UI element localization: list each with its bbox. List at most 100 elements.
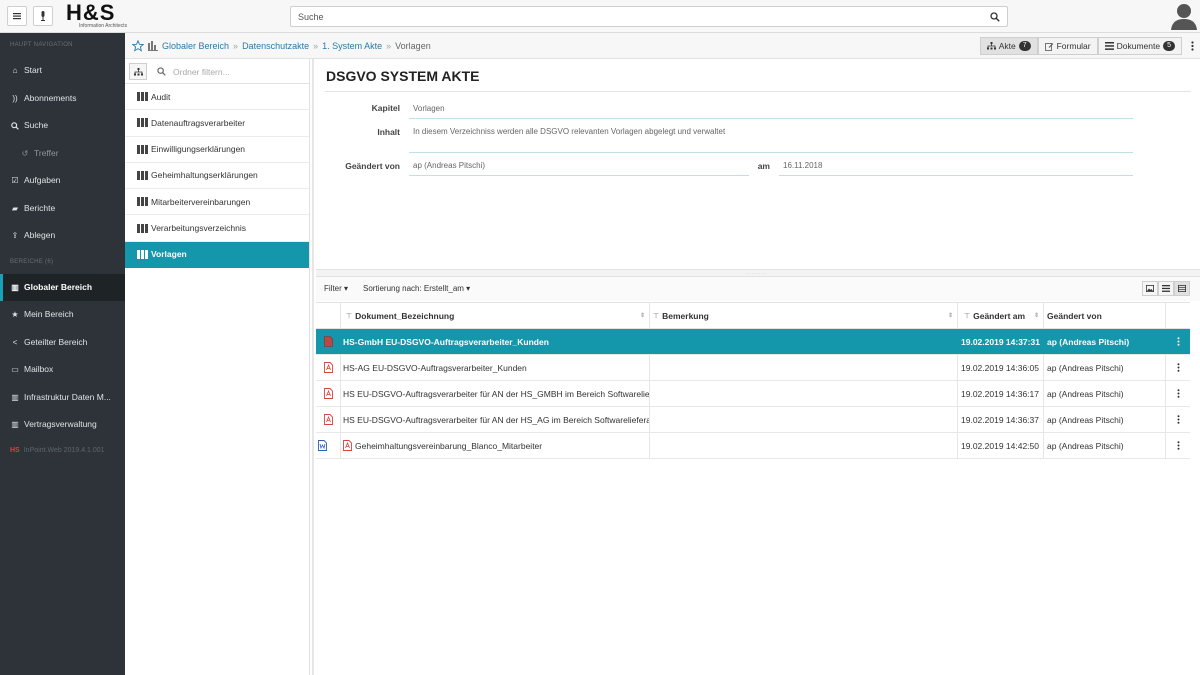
- pdf-file-icon: [343, 440, 352, 451]
- tab-dokumente[interactable]: Dokumente 5: [1097, 37, 1182, 55]
- user-avatar-icon[interactable]: [1170, 2, 1198, 30]
- breadcrumb-current: Vorlagen: [395, 41, 431, 51]
- row-actions-button[interactable]: [1166, 355, 1190, 380]
- sidebar-item-suche[interactable]: Suche: [0, 112, 125, 140]
- tree-structure-button[interactable]: [129, 63, 147, 80]
- panel-splitter[interactable]: ·······: [316, 269, 1200, 277]
- logo-text: H&S: [66, 0, 116, 25]
- row-actions-button[interactable]: [1166, 407, 1190, 432]
- breadcrumb-item[interactable]: 1. System Akte: [322, 41, 382, 51]
- tree-item[interactable]: Verarbeitungsverzeichnis: [125, 215, 309, 242]
- record-form: DSGVO SYSTEM AKTE Kapitel Vorlagen Inhal…: [316, 59, 1200, 269]
- page-title: DSGVO SYSTEM AKTE: [326, 68, 480, 84]
- row-actions-button[interactable]: [1166, 381, 1190, 406]
- sidebar-item-geteilter-bereich[interactable]: < Geteilter Bereich: [0, 329, 125, 357]
- header-icon-column: [316, 303, 341, 328]
- splitter-grip[interactable]: ·······: [746, 271, 767, 277]
- breadcrumb-item[interactable]: Globaler Bereich: [162, 41, 229, 51]
- filter-icon[interactable]: ⊤: [346, 312, 352, 320]
- doc-remark-cell: [650, 329, 958, 354]
- star-outline-icon[interactable]: [132, 40, 144, 52]
- akte-count-badge: 7: [1018, 41, 1031, 51]
- table-header: ⊤ Dokument_Bezeichnung ⇕ ⊤ Bemerkung ⇕ ⊤ Geän…: [316, 303, 1190, 329]
- tab-formular[interactable]: Formular: [1037, 37, 1098, 55]
- sort-icon[interactable]: ⇕: [640, 312, 645, 319]
- filter-icon[interactable]: ⊤: [653, 312, 659, 320]
- sort-icon[interactable]: ⇕: [1034, 312, 1039, 319]
- filter-dropdown[interactable]: Filter ▾: [324, 284, 348, 293]
- geaendert-von-field[interactable]: ap (Andreas Pitschi): [413, 161, 485, 170]
- folder-icon: [137, 118, 148, 128]
- panel-divider[interactable]: [312, 59, 314, 675]
- tree-item-selected[interactable]: Vorlagen: [125, 241, 309, 269]
- column-label: Bemerkung: [662, 310, 709, 321]
- sidebar-item-berichte[interactable]: ▰ Berichte: [0, 195, 125, 223]
- search-input[interactable]: Suche: [290, 6, 1008, 27]
- inhalt-field[interactable]: In diesem Verzeichniss werden alle DSGVO…: [413, 127, 725, 136]
- search-icon[interactable]: [990, 12, 1000, 22]
- sidebar-item-mailbox[interactable]: ▭ Mailbox: [0, 356, 125, 384]
- folder-icon: [137, 197, 148, 207]
- tree-item[interactable]: Audit: [125, 84, 309, 111]
- sidebar-item-label: Mailbox: [24, 364, 54, 374]
- sidebar-item-abonnements[interactable]: )) Abonnements: [0, 85, 125, 113]
- geaendert-von-underline: [409, 175, 749, 176]
- breadcrumb-item[interactable]: Datenschutzakte: [242, 41, 309, 51]
- doc-changed-at-cell: 19.02.2019 14:36:37: [958, 407, 1044, 432]
- sitemap-icon: [133, 67, 143, 75]
- sidebar-item-treffer[interactable]: ↺ Treffer: [0, 140, 125, 168]
- checkbox-icon: ☑: [11, 176, 19, 185]
- header-geaendert-am[interactable]: ⊤ Geändert am ⇕: [958, 303, 1044, 328]
- more-options-icon: [1177, 415, 1179, 424]
- table-row[interactable]: HS EU-DSGVO-Auftragsverarbeiter für AN d…: [316, 407, 1190, 433]
- dokumente-count-badge: 5: [1163, 41, 1175, 51]
- table-row[interactable]: HS EU-DSGVO-Auftragsverarbeiter für AN d…: [316, 381, 1190, 407]
- tree-item[interactable]: Geheimhaltungserklärungen: [125, 163, 309, 190]
- breadcrumb-separator: »: [233, 41, 239, 51]
- sidebar-item-start[interactable]: ⌂ Start: [0, 57, 125, 85]
- header-bemerkung[interactable]: ⊤ Bemerkung ⇕: [650, 303, 958, 328]
- sort-icon[interactable]: ⇕: [948, 312, 953, 319]
- sidebar-item-ablegen[interactable]: ⇪ Ablegen: [0, 222, 125, 250]
- sidebar-item-globaler-bereich[interactable]: ▥ Globaler Bereich: [0, 273, 125, 301]
- table-row[interactable]: Geheimhaltungsvereinbarung_Blanco_Mitarb…: [316, 433, 1190, 459]
- tree-item[interactable]: Einwilligungserklärungen: [125, 137, 309, 163]
- logo[interactable]: H&S Information Architects: [66, 0, 130, 30]
- filter-icon[interactable]: ⊤: [964, 312, 970, 320]
- table-row[interactable]: HS-AG EU-DSGVO-Auftragsverarbeiter_Kunde…: [316, 355, 1190, 381]
- sidebar-item-label: Treffer: [34, 147, 59, 158]
- row-actions-button[interactable]: [1166, 329, 1190, 354]
- inbox-icon: ▭: [11, 365, 19, 374]
- sort-dropdown[interactable]: Sortierung nach: Erstellt_am ▾: [363, 284, 470, 293]
- header-dokument-bezeichnung[interactable]: ⊤ Dokument_Bezeichnung ⇕: [341, 303, 650, 328]
- sidebar-item-infrastruktur[interactable]: ▥ Infrastruktur Daten M...: [0, 384, 125, 412]
- search-icon: [157, 67, 166, 76]
- area-icon: ▥: [11, 392, 19, 402]
- tab-akte[interactable]: Akte 7: [979, 37, 1038, 55]
- more-options-icon[interactable]: [1191, 41, 1194, 51]
- sidebar-item-label: Start: [24, 65, 42, 75]
- tree-item[interactable]: Mitarbeitervereinbarungen: [125, 189, 309, 216]
- view-thumbnails-button[interactable]: [1142, 281, 1158, 296]
- home-icon: ⌂: [12, 66, 18, 75]
- am-field[interactable]: 16.11.2018: [783, 161, 822, 170]
- view-table-button[interactable]: [1174, 281, 1190, 296]
- kapitel-field[interactable]: Vorlagen: [413, 104, 445, 113]
- sidebar-item-aufgaben[interactable]: ☑ Aufgaben: [0, 167, 125, 195]
- doc-changed-at-cell: 19.02.2019 14:36:05: [958, 355, 1044, 380]
- sidebar-item-mein-bereich[interactable]: ★ Mein Bereich: [0, 301, 125, 329]
- sidebar-item-vertragsverwaltung[interactable]: ▥ Vertragsverwaltung: [0, 411, 125, 439]
- sidebar-item-label: Infrastruktur Daten M...: [24, 391, 111, 402]
- view-switcher: [1142, 281, 1190, 296]
- folder-filter-input[interactable]: Ordner filtern...: [173, 67, 230, 77]
- menu-button[interactable]: [7, 6, 27, 26]
- doc-name-text: Geheimhaltungsvereinbarung_Blanco_Mitarb…: [355, 440, 543, 451]
- doc-name-cell: HS-AG EU-DSGVO-Auftragsverarbeiter_Kunde…: [341, 355, 650, 380]
- voice-search-button[interactable]: [33, 6, 53, 26]
- tree-item[interactable]: Datenauftragsverarbeiter: [125, 110, 309, 137]
- table-row-selected[interactable]: HS-GmbH EU-DSGVO-Auftragsverarbeiter_Kun…: [316, 329, 1190, 355]
- folder-icon: [137, 92, 148, 102]
- row-actions-button[interactable]: [1166, 433, 1190, 458]
- view-list-button[interactable]: [1158, 281, 1174, 296]
- header-geaendert-von[interactable]: Geändert von: [1044, 303, 1166, 328]
